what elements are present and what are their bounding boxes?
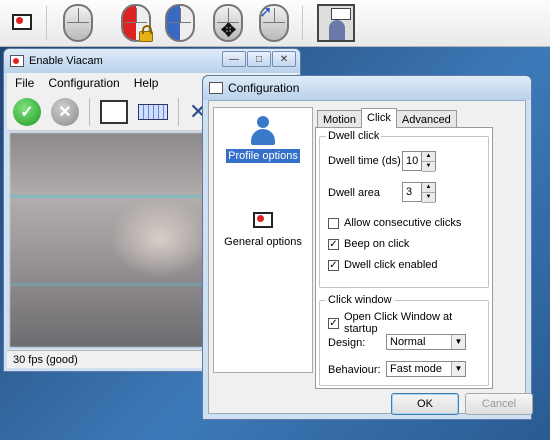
design-value: Normal [390,336,426,348]
allow-consecutive-row[interactable]: Allow consecutive clicks [328,217,461,229]
toolbar-separator [178,97,179,126]
dwell-enabled-checkbox[interactable]: ✓ [328,259,339,271]
open-startup-checkbox[interactable]: ✓ [328,317,339,329]
toolbar-separator [302,6,303,40]
design-label: Design: [328,337,366,349]
config-title: Configuration [228,81,300,95]
show-screen-button[interactable] [316,3,356,43]
menu-file[interactable]: File [15,76,34,90]
list-item-general-options[interactable]: General options [214,206,312,248]
mouse-icon [63,4,93,42]
config-titlebar[interactable]: Configuration [203,76,531,100]
spin-down-icon[interactable]: ▼ [422,162,435,172]
dwell-click-group: Dwell click Dwell time (ds) 10 ▲ ▼ Dwell … [319,130,489,288]
mouse-move-icon: ✥ [213,4,243,42]
spin-down-icon[interactable]: ▼ [422,193,435,203]
behaviour-label: Behaviour: [328,364,381,376]
list-item-profile-options[interactable]: Profile options [214,116,312,163]
chevron-down-icon: ▼ [451,362,465,376]
click-window-button[interactable] [100,99,128,124]
behaviour-value: Fast mode [390,363,442,375]
configuration-window: Configuration Profile options General op… [202,75,533,420]
tab-bar: Motion Click Advanced [317,108,457,128]
window-app-icon [10,55,24,67]
tab-motion[interactable]: Motion [317,110,363,128]
options-list: Profile options General options [213,107,313,373]
dwell-time-label: Dwell time (ds) [328,155,401,167]
click-tab-page: Dwell click Dwell time (ds) 10 ▲ ▼ Dwell … [315,127,493,389]
top-toolbar: ✥ ➚ [0,0,550,47]
drag-button[interactable]: ✥ [208,3,248,43]
move-cross-icon: ✥ [221,20,237,40]
right-click-button[interactable] [160,3,200,43]
group-title: Dwell click [326,130,382,142]
lock-icon [139,25,153,42]
spin-up-icon[interactable]: ▲ [422,183,435,193]
screen-icon [317,4,355,42]
tab-click[interactable]: Click [361,108,397,128]
checkbox-label: Dwell click enabled [344,259,438,271]
design-select[interactable]: Normal ▼ [386,334,466,350]
list-item-label: Profile options [226,149,300,163]
mouse-red-icon [121,4,153,42]
config-body: Profile options General options Motion C… [208,100,533,415]
close-button[interactable]: ✕ [272,51,296,67]
tab-advanced[interactable]: Advanced [395,110,457,128]
click-window-group: Click window ✓ Open Click Window at star… [319,294,489,386]
enable-button[interactable]: ✓ [13,97,41,126]
checkbox-label: Allow consecutive clicks [344,217,462,229]
maximize-button[interactable]: □ [247,51,271,67]
minimize-button[interactable]: — [222,51,246,67]
dwell-time-value[interactable]: 10 [402,151,422,171]
viacam-app-icon[interactable] [2,3,42,43]
camera-icon [8,8,36,34]
dwell-enabled-row[interactable]: ✓ Dwell click enabled [328,259,438,271]
menu-configuration[interactable]: Configuration [48,76,119,90]
disable-button[interactable]: ✕ [51,97,79,126]
cancel-button[interactable]: Cancel [465,393,533,415]
person-icon [250,116,276,146]
lock-click-button[interactable] [116,3,156,43]
consecutive-checkbox[interactable] [328,217,339,229]
menu-help[interactable]: Help [134,76,159,90]
toolbar-separator [46,6,47,40]
mouse-rotate-icon: ➚ [259,4,289,42]
toolbar-separator [89,97,90,126]
dwell-area-spinner[interactable]: 3 ▲ ▼ [402,182,438,203]
list-item-label: General options [224,236,302,248]
dwell-area-value[interactable]: 3 [402,182,422,202]
beep-on-click-row[interactable]: ✓ Beep on click [328,238,409,250]
spin-up-icon[interactable]: ▲ [422,152,435,162]
checkbox-label: Open Click Window at startup [343,311,453,335]
camera-icon [249,206,277,232]
check-icon: ✓ [20,103,34,121]
scroll-button[interactable]: ➚ [254,3,294,43]
beep-checkbox[interactable]: ✓ [328,238,339,250]
viacam-title: Enable Viacam [29,55,103,67]
group-title: Click window [326,294,394,306]
x-icon: ✕ [58,103,72,121]
chevron-down-icon: ▼ [451,335,465,349]
window-app-icon [209,82,223,94]
left-click-button[interactable] [58,3,98,43]
dwell-time-spinner[interactable]: 10 ▲ ▼ [402,151,438,172]
dwell-area-label: Dwell area [328,187,380,199]
open-startup-row[interactable]: ✓ Open Click Window at startup [328,311,488,335]
rotate-arrow-icon: ➚ [259,4,273,21]
behaviour-select[interactable]: Fast mode ▼ [386,361,466,377]
mouse-blue-icon [165,4,195,42]
ok-button[interactable]: OK [391,393,459,415]
viacam-titlebar[interactable]: Enable Viacam — □ ✕ [4,49,300,73]
keyboard-button[interactable] [138,103,168,120]
checkbox-label: Beep on click [344,238,410,250]
